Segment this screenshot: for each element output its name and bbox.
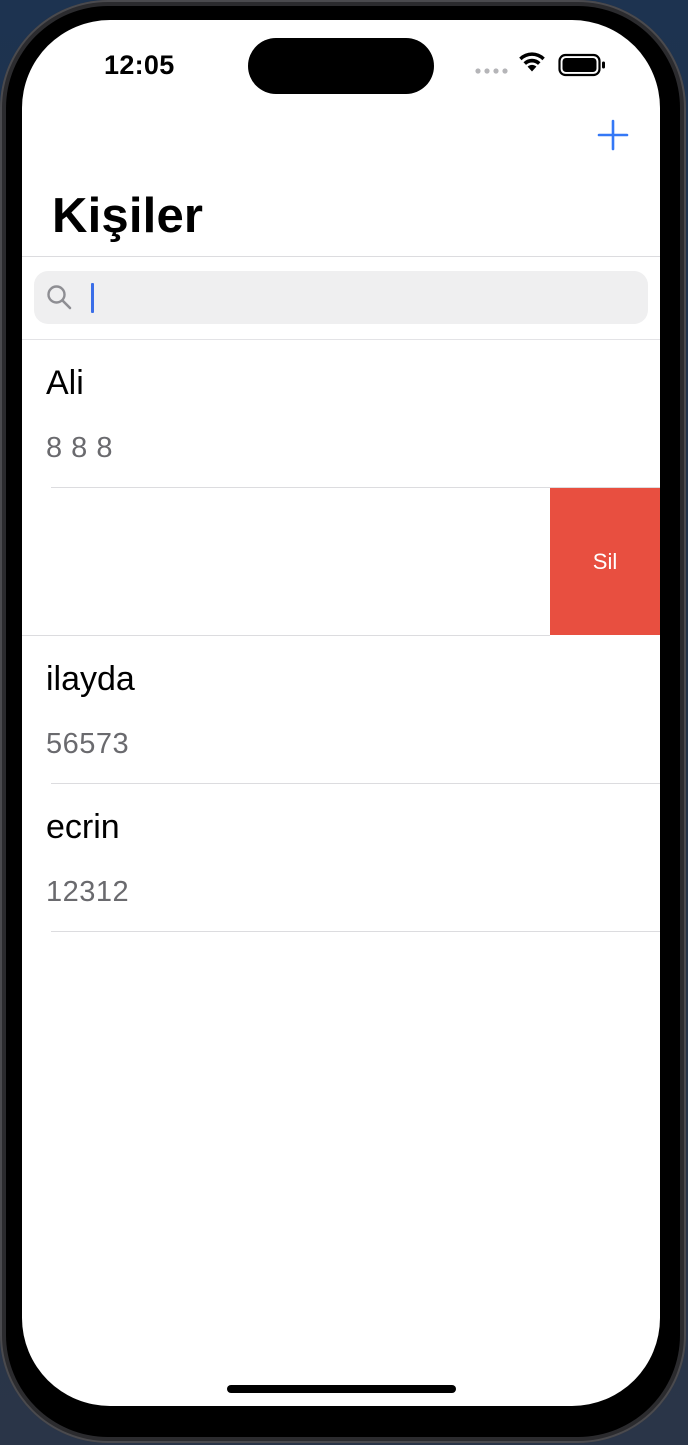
delete-button[interactable]: Sil bbox=[550, 488, 660, 635]
row-separator bbox=[51, 931, 660, 932]
contact-phone: 56573 bbox=[46, 728, 130, 760]
battery-icon bbox=[558, 53, 605, 77]
status-time: 12:05 bbox=[104, 50, 175, 80]
contact-row[interactable]: ilayda 56573 bbox=[22, 636, 660, 784]
phone-screen: 12:05 Kişiler Ali 8 8 8 Sil ilayda 56573… bbox=[22, 20, 660, 1406]
contact-row-swiped[interactable]: e 2 Sil bbox=[22, 488, 660, 636]
dynamic-island bbox=[248, 38, 434, 94]
swiped-row-content[interactable]: e 2 bbox=[22, 488, 550, 636]
contact-phone: 8 8 8 bbox=[46, 432, 113, 464]
page-title: Kişiler bbox=[52, 189, 204, 243]
contact-name: ilayda bbox=[46, 660, 135, 698]
magnifying-glass-icon bbox=[47, 285, 72, 310]
contact-row[interactable]: Ali 8 8 8 bbox=[22, 340, 660, 488]
search-input[interactable] bbox=[80, 277, 644, 319]
signal-dots-icon bbox=[475, 68, 508, 74]
contact-row[interactable]: ecrin 12312 bbox=[22, 784, 660, 932]
add-contact-button[interactable] bbox=[596, 118, 630, 152]
home-indicator[interactable] bbox=[227, 1385, 456, 1393]
title-divider bbox=[22, 256, 660, 257]
contact-phone: 12312 bbox=[46, 876, 130, 908]
contact-name: Ali bbox=[46, 364, 84, 402]
plus-icon bbox=[597, 119, 629, 151]
contact-name: ecrin bbox=[46, 808, 120, 846]
wifi-icon bbox=[519, 52, 545, 72]
text-cursor bbox=[91, 283, 94, 313]
search-bar[interactable] bbox=[34, 271, 648, 324]
